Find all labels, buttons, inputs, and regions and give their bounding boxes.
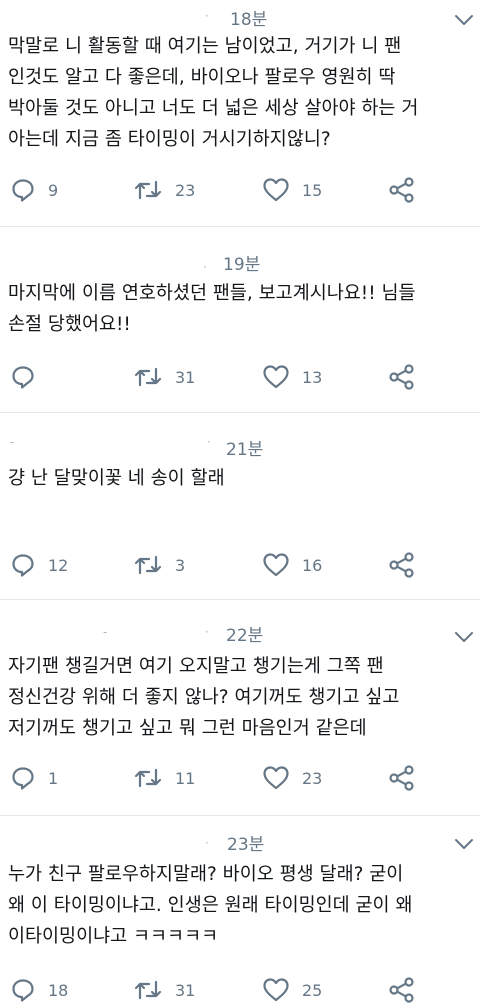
tweet[interactable]: · 19분 마지막에 이름 연호하셨던 팬들, 보고계시나요!! 님들 손절 당… <box>0 227 480 411</box>
tweet-line: 저기꺼도 챙기고 싶고 뭐 그런 마음인거 같은데 <box>8 718 367 739</box>
tweet-text: 자기팬 챙길거면 여기 오지말고 챙기는게 그쪽 팬 정신건강 위해 더 좋지 … <box>8 651 478 744</box>
reply-button[interactable] <box>10 364 48 390</box>
tweet-line: 인것도 알고 다 좋은데, 바이오나 팔로우 영원히 딱 <box>8 67 396 88</box>
tweet-line: 걍 난 달맞이꽃 네 송이 할래 <box>8 468 225 489</box>
heart-icon <box>263 553 289 577</box>
share-button[interactable] <box>388 552 416 578</box>
retweet-button[interactable]: 31 <box>133 977 195 1003</box>
like-count: 25 <box>302 980 323 1000</box>
tweet-actions: 18 31 25 <box>0 977 480 1003</box>
retweet-button[interactable]: 31 <box>133 364 195 390</box>
retweet-icon <box>134 180 162 200</box>
redacted-username: · <box>205 625 209 639</box>
tweet-line: 자기팬 챙길거면 여기 오지말고 챙기는게 그쪽 팬 <box>8 656 384 677</box>
tweet-text: 누가 친구 팔로우하지말래? 바이오 평생 달래? 굳이 왜 이 타이밍이냐고.… <box>8 859 478 952</box>
tweet-time: 19분 <box>223 255 261 275</box>
like-count: 13 <box>302 367 323 387</box>
tweet-line: 박아둘 것도 아니고 너도 더 넓은 세상 살아야 하는 거 <box>8 98 419 119</box>
tweet-actions: 12 3 16 <box>0 552 480 578</box>
tweet[interactable]: · 23분 누가 친구 팔로우하지말래? 바이오 평생 달래? 굳이 왜 이 타… <box>0 816 480 1006</box>
tweet-text: 막말로 니 활동할 때 여기는 남이었고, 거기가 니 팬 인것도 알고 다 좋… <box>8 31 478 155</box>
tweet-line: 손절 당했어요!! <box>8 314 131 335</box>
share-button[interactable] <box>388 364 416 390</box>
reply-icon <box>12 366 34 389</box>
redacted-username: · <box>207 435 211 449</box>
like-button[interactable]: 25 <box>262 977 322 1003</box>
reply-count: 18 <box>48 980 69 1000</box>
reply-button[interactable]: 9 <box>10 177 58 203</box>
retweet-icon <box>134 555 162 575</box>
reply-count: 12 <box>48 555 69 575</box>
reply-button[interactable]: 1 <box>10 765 58 791</box>
chevron-down-icon[interactable] <box>454 14 474 26</box>
retweet-icon <box>134 768 162 788</box>
reply-icon <box>12 179 34 202</box>
redacted-username: · <box>205 9 209 23</box>
like-button[interactable]: 15 <box>262 177 322 203</box>
heart-icon <box>263 978 289 1002</box>
tweet-line: 누가 친구 팔로우하지말래? 바이오 평생 달래? 굳이 <box>8 864 404 885</box>
like-button[interactable]: 13 <box>262 364 322 390</box>
tweet-actions: 31 13 <box>0 364 480 390</box>
redacted-username: · <box>203 260 207 274</box>
tweet-actions: 1 11 23 <box>0 765 480 791</box>
redacted-username: · <box>205 836 209 850</box>
share-button[interactable] <box>388 977 416 1003</box>
heart-icon <box>263 766 289 790</box>
tweet[interactable]: - · 22분 자기팬 챙길거면 여기 오지말고 챙기는게 그쪽 팬 정신건강 … <box>0 600 480 814</box>
like-count: 15 <box>302 180 323 200</box>
chevron-down-icon[interactable] <box>454 838 474 850</box>
redacted-username: - <box>10 435 15 449</box>
reply-icon <box>12 767 34 790</box>
like-button[interactable]: 16 <box>262 552 322 578</box>
retweet-count: 31 <box>175 367 196 387</box>
retweet-icon <box>134 367 162 387</box>
share-icon <box>389 977 414 1003</box>
tweet-line: 이타이밍이냐고 ㅋㅋㅋㅋㅋ <box>8 926 219 947</box>
share-icon <box>389 765 414 791</box>
reply-button[interactable]: 12 <box>10 552 68 578</box>
tweet-line: 아는데 지금 좀 타이밍이 거시기하지않니? <box>8 129 331 150</box>
tweet-time: 21분 <box>226 440 264 460</box>
reply-count: 9 <box>48 180 59 200</box>
like-count: 23 <box>302 768 323 788</box>
reply-icon <box>12 979 34 1002</box>
tweet[interactable]: · 18분 막말로 니 활동할 때 여기는 남이었고, 거기가 니 팬 인것도 … <box>0 0 480 225</box>
redacted-username: - <box>103 625 108 639</box>
retweet-count: 3 <box>175 555 186 575</box>
retweet-count: 11 <box>175 768 196 788</box>
tweet-time: 23분 <box>227 835 265 855</box>
heart-icon <box>263 365 289 389</box>
heart-icon <box>263 178 289 202</box>
tweet-text: 마지막에 이름 연호하셨던 팬들, 보고계시나요!! 님들 손절 당했어요!! <box>8 278 478 340</box>
retweet-button[interactable]: 23 <box>133 177 195 203</box>
tweet-line: 왜 이 타이밍이냐고. 인생은 원래 타이밍인데 굳이 왜 <box>8 895 413 916</box>
retweet-count: 31 <box>175 980 196 1000</box>
retweet-button[interactable]: 11 <box>133 765 195 791</box>
share-icon <box>389 364 414 390</box>
retweet-icon <box>134 980 162 1000</box>
like-count: 16 <box>302 555 323 575</box>
reply-count: 1 <box>48 768 59 788</box>
tweet-time: 18분 <box>230 10 268 30</box>
share-icon <box>389 552 414 578</box>
share-button[interactable] <box>388 765 416 791</box>
tweet[interactable]: - · 21분 걍 난 달맞이꽃 네 송이 할래 12 3 16 <box>0 413 480 598</box>
share-icon <box>389 177 414 203</box>
chevron-down-icon[interactable] <box>454 631 474 643</box>
tweet-line: 막말로 니 활동할 때 여기는 남이었고, 거기가 니 팬 <box>8 36 402 57</box>
tweet-actions: 9 23 15 <box>0 177 480 203</box>
retweet-count: 23 <box>175 180 196 200</box>
tweet-text: 걍 난 달맞이꽃 네 송이 할래 <box>8 463 478 494</box>
like-button[interactable]: 23 <box>262 765 322 791</box>
retweet-button[interactable]: 3 <box>133 552 185 578</box>
share-button[interactable] <box>388 177 416 203</box>
tweet-line: 마지막에 이름 연호하셨던 팬들, 보고계시나요!! 님들 <box>8 283 416 304</box>
reply-button[interactable]: 18 <box>10 977 68 1003</box>
tweet-time: 22분 <box>226 626 264 646</box>
tweet-line: 정신건강 위해 더 좋지 않나? 여기꺼도 챙기고 싶고 <box>8 687 400 708</box>
reply-icon <box>12 554 34 577</box>
